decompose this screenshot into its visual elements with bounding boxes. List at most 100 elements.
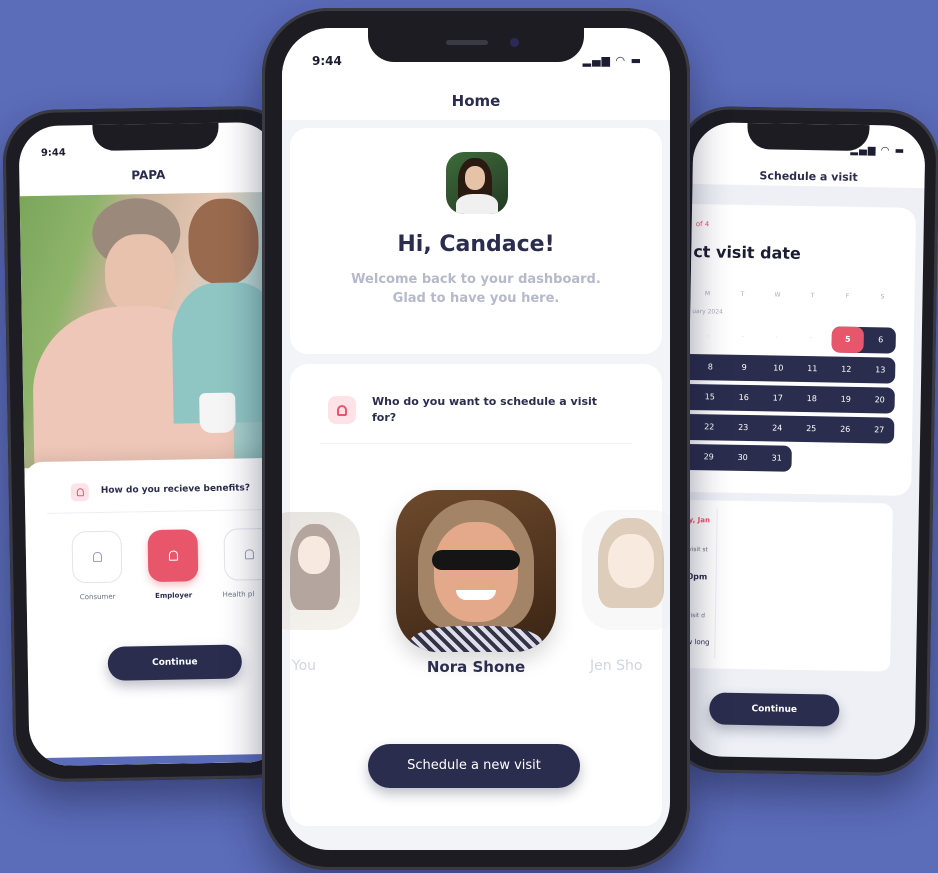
detail-date: y, Jan [688, 516, 711, 525]
weekday: T [740, 290, 745, 298]
day-empty: · [707, 332, 711, 341]
right-notch [747, 122, 870, 152]
avatar [446, 152, 508, 214]
weekday: S [880, 293, 885, 301]
page-title: Home [451, 92, 501, 110]
day[interactable]: 18 [797, 386, 827, 413]
calendar-week-1: · · · · 5 6 [690, 324, 914, 354]
option-label-consumer: Consumer [79, 592, 116, 602]
select-date-heading: ct visit date [693, 242, 802, 263]
status-icons: ▂▄▆ ◠ ▬ [582, 54, 642, 67]
status-time: 9:44 [40, 147, 66, 159]
day[interactable]: 9 [729, 355, 759, 382]
day[interactable]: 27 [864, 417, 894, 444]
option-consumer[interactable] [71, 530, 123, 584]
day[interactable]: 26 [830, 416, 860, 443]
greeting: Hi, Candace! [397, 232, 555, 257]
person-card-nora[interactable] [396, 490, 556, 652]
photo-face [608, 534, 654, 588]
calendar-week-2: 8 9 10 11 12 13 [689, 354, 896, 384]
day[interactable]: 23 [728, 415, 758, 442]
welcome-card: Hi, Candace! Welcome back to your dashbo… [290, 128, 662, 354]
schedule-new-visit-button[interactable]: Schedule a new visit [368, 744, 580, 788]
day[interactable]: 8 [695, 354, 725, 381]
weekday: T [810, 292, 815, 300]
detail-time: 0pm [687, 572, 708, 582]
day[interactable]: 17 [763, 385, 793, 412]
user-icon [328, 396, 356, 424]
day[interactable]: 16 [729, 385, 759, 412]
welcome-text: Welcome back to your dashboard. Glad to … [351, 272, 601, 306]
person-outline-icon [92, 551, 102, 563]
day-empty: · [741, 332, 745, 341]
step-label: of 4 [695, 220, 710, 229]
calendar-card: of 4 ct visit date M T W T F S uary 2024… [687, 204, 917, 496]
continue-button[interactable]: Continue [107, 644, 243, 681]
day-empty: · [775, 333, 779, 342]
sunglasses [432, 550, 520, 570]
benefits-card: How do you recieve benefits? Consumer Em… [24, 457, 288, 767]
weekday: M [704, 290, 711, 298]
left-phone: 9:44 PAPA How do you recieve benefits? C… [2, 105, 304, 783]
right-phone: ▂▄▆ ◠ ▬ Schedule a visit of 4 ct visit d… [666, 105, 938, 777]
day[interactable]: 20 [864, 387, 894, 414]
schedule-card: Who do you want to schedule a visit for?… [282, 364, 670, 826]
schedule-question-row: Who do you want to schedule a visit for? [320, 388, 632, 444]
speaker [446, 40, 488, 45]
option-label-employer: Employer [155, 591, 193, 600]
photo-elder-face [104, 233, 176, 315]
schedule-question: Who do you want to schedule a visit for? [372, 395, 598, 424]
benefits-question-row: How do you recieve benefits? [46, 479, 284, 514]
photo-shirt [410, 626, 542, 652]
left-notch [92, 122, 219, 152]
day[interactable]: 11 [797, 356, 827, 383]
camera [510, 38, 519, 47]
detail-panel-divider [714, 508, 718, 659]
calendar-week-4: 22 23 24 25 26 27 [688, 413, 895, 444]
day[interactable]: 13 [865, 357, 895, 384]
day[interactable]: 6 [866, 327, 896, 354]
day-empty: · [809, 334, 813, 343]
day[interactable]: 12 [831, 356, 861, 383]
person-label-nora: Nora Shone [426, 658, 526, 676]
month-label: uary 2024 [692, 308, 723, 316]
status-time: 9:44 [312, 54, 342, 68]
calendar-week-3: 15 16 17 18 19 20 [688, 384, 895, 414]
center-notch [368, 28, 584, 62]
center-phone: 9:44 ▂▄▆ ◠ ▬ Home Hi, Candace! Welcome b… [262, 8, 690, 870]
person-card-jen[interactable] [582, 510, 670, 630]
benefits-question: How do you recieve benefits? [100, 483, 251, 496]
calendar-week-5: 29 30 31 [687, 443, 792, 472]
person-label-you: You [291, 658, 317, 674]
right-screen: ▂▄▆ ◠ ▬ Schedule a visit of 4 ct visit d… [682, 122, 926, 760]
user-icon [70, 483, 89, 502]
day[interactable]: 19 [831, 386, 861, 413]
day[interactable]: 30 [727, 445, 757, 472]
photo-smile [456, 590, 496, 600]
weekday: W [774, 291, 781, 299]
visit-detail-card: y, Jan visit st 0pm visit d w long [684, 499, 893, 672]
avatar-shirt [456, 194, 498, 214]
day[interactable]: 24 [762, 415, 792, 442]
photo-cup [199, 392, 236, 434]
day-selected[interactable]: 5 [831, 326, 864, 354]
weekday: F [845, 292, 850, 300]
hero-photo [19, 191, 283, 469]
photo-face [298, 536, 330, 574]
person-icon [168, 550, 178, 561]
page-title: PAPA [131, 167, 166, 183]
day[interactable]: 15 [695, 384, 725, 411]
left-screen: 9:44 PAPA How do you recieve benefits? C… [18, 121, 288, 767]
center-screen: 9:44 ▂▄▆ ◠ ▬ Home Hi, Candace! Welcome b… [282, 28, 670, 850]
person-label-jen: Jen Sho [590, 658, 643, 674]
day[interactable]: 25 [796, 416, 826, 443]
day[interactable]: 10 [763, 355, 793, 382]
day[interactable]: 29 [693, 444, 723, 471]
option-employer[interactable] [147, 529, 199, 583]
person-card-you[interactable] [282, 512, 360, 630]
continue-button[interactable]: Continue [709, 692, 840, 727]
avatar-face [465, 166, 485, 190]
weekday-header: M T W T F S [700, 290, 910, 304]
day[interactable]: 22 [694, 414, 724, 441]
day[interactable]: 31 [761, 445, 791, 472]
